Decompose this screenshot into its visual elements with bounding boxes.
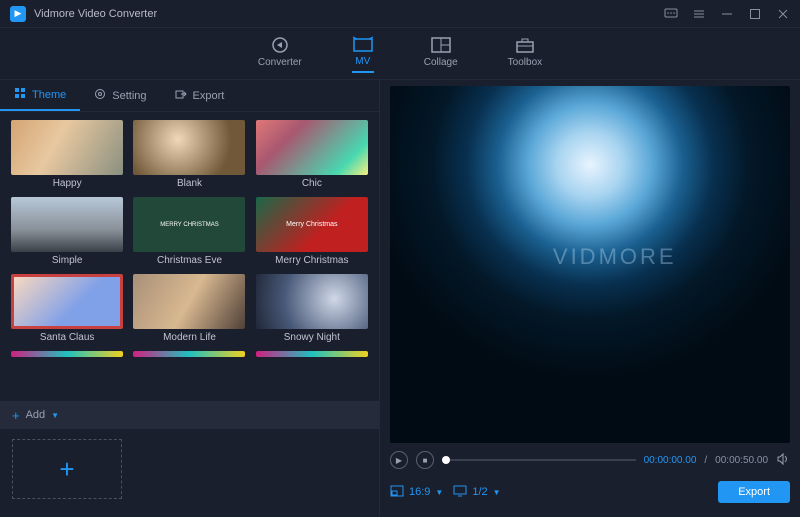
player-controls: ▶ ■ 00:00:00.00 / 00:00:50.00 (390, 447, 790, 473)
theme-label: Modern Life (163, 332, 216, 343)
theme-thumbnail (256, 120, 368, 175)
aspect-value: 16:9 (409, 486, 430, 498)
theme-snowy-night[interactable]: Snowy Night (255, 274, 369, 343)
collage-icon (430, 36, 452, 54)
time-sep: / (704, 455, 707, 466)
theme-grid: Happy Blank Chic Simple Christmas Eve Me… (10, 120, 369, 357)
theme-merry-christmas[interactable]: Merry Christmas (255, 197, 369, 266)
close-button[interactable] (776, 7, 790, 21)
theme-christmas-eve[interactable]: Christmas Eve (132, 197, 246, 266)
theme-more[interactable] (10, 351, 124, 357)
add-label: Add (26, 409, 46, 421)
tab-label: Toolbox (508, 57, 542, 68)
subtab-label: Setting (112, 90, 146, 102)
app-logo: ▶ (10, 6, 26, 22)
add-dropzone[interactable]: + (12, 439, 122, 499)
theme-label: Blank (177, 178, 202, 189)
converter-icon (269, 36, 291, 54)
aspect-icon (390, 485, 404, 500)
aspect-ratio-selector[interactable]: 16:9 ▼ (390, 485, 443, 500)
menu-icon[interactable] (692, 7, 706, 21)
theme-thumbnail (11, 197, 123, 252)
subtab-setting[interactable]: Setting (80, 80, 160, 111)
theme-thumbnail (256, 351, 368, 357)
preview-watermark: VIDMORE (553, 244, 677, 270)
tab-label: Collage (424, 57, 458, 68)
theme-chic[interactable]: Chic (255, 120, 369, 189)
theme-thumbnail (11, 351, 123, 357)
theme-happy[interactable]: Happy (10, 120, 124, 189)
fraction-value: 1/2 (472, 486, 487, 498)
progress-thumb[interactable] (442, 456, 450, 464)
theme-simple[interactable]: Simple (10, 197, 124, 266)
gear-icon (94, 88, 106, 103)
theme-label: Chic (302, 178, 322, 189)
theme-icon (14, 87, 26, 102)
play-button[interactable]: ▶ (390, 451, 408, 469)
tab-toolbox[interactable]: Toolbox (508, 36, 542, 72)
chevron-down-icon: ▼ (435, 488, 443, 497)
main-tabs: Converter MV Collage Toolbox (0, 28, 800, 80)
add-button[interactable]: + Add ▼ (12, 408, 59, 423)
tab-collage[interactable]: Collage (424, 36, 458, 72)
theme-thumbnail (256, 274, 368, 329)
theme-label: Christmas Eve (157, 255, 222, 266)
theme-thumbnail (133, 197, 245, 252)
time-total: 00:00:50.00 (715, 455, 768, 466)
theme-santa-claus[interactable]: Santa Claus (10, 274, 124, 343)
feedback-icon[interactable] (664, 7, 678, 21)
theme-more[interactable] (255, 351, 369, 357)
volume-icon[interactable] (776, 452, 790, 469)
bottom-bar: 16:9 ▼ 1/2 ▼ Export (390, 477, 790, 507)
app-title: Vidmore Video Converter (34, 8, 664, 20)
subtab-export[interactable]: Export (161, 80, 239, 111)
fraction-selector[interactable]: 1/2 ▼ (453, 485, 500, 500)
chevron-down-icon: ▼ (493, 488, 501, 497)
sub-tabs: Theme Setting Export (0, 80, 379, 112)
subtab-label: Theme (32, 89, 66, 101)
theme-thumbnail (11, 274, 123, 329)
tab-label: MV (355, 56, 370, 67)
chevron-down-icon: ▼ (51, 411, 59, 420)
theme-label: Santa Claus (40, 332, 94, 343)
plus-icon: + (59, 454, 74, 485)
theme-thumbnail (133, 120, 245, 175)
maximize-button[interactable] (748, 7, 762, 21)
export-button[interactable]: Export (718, 481, 790, 503)
mv-icon (352, 35, 374, 53)
toolbox-icon (514, 36, 536, 54)
window-controls (664, 7, 790, 21)
left-panel: Theme Setting Export Happy Blank Chic Si… (0, 80, 380, 517)
theme-more[interactable] (132, 351, 246, 357)
theme-thumbnail (256, 197, 368, 252)
theme-label: Merry Christmas (275, 255, 348, 266)
theme-thumbnail (11, 120, 123, 175)
theme-blank[interactable]: Blank (132, 120, 246, 189)
theme-thumbnail (133, 274, 245, 329)
theme-label: Snowy Night (284, 332, 340, 343)
subtab-theme[interactable]: Theme (0, 80, 80, 111)
right-panel: VIDMORE ▶ ■ 00:00:00.00 / 00:00:50.00 16:9… (380, 80, 800, 517)
screen-icon (453, 485, 467, 500)
minimize-button[interactable] (720, 7, 734, 21)
tab-mv[interactable]: MV (352, 35, 374, 73)
theme-label: Happy (53, 178, 82, 189)
plus-icon: + (12, 408, 20, 423)
theme-thumbnail (133, 351, 245, 357)
themes-scroll[interactable]: Happy Blank Chic Simple Christmas Eve Me… (0, 112, 379, 401)
subtab-label: Export (193, 90, 225, 102)
theme-modern-life[interactable]: Modern Life (132, 274, 246, 343)
time-current: 00:00:00.00 (644, 455, 697, 466)
content: Theme Setting Export Happy Blank Chic Si… (0, 80, 800, 517)
stop-button[interactable]: ■ (416, 451, 434, 469)
add-bar: + Add ▼ (0, 401, 379, 429)
add-area: + (0, 429, 379, 517)
progress-slider[interactable] (442, 459, 636, 461)
titlebar: ▶ Vidmore Video Converter (0, 0, 800, 28)
export-icon (175, 88, 187, 103)
preview-area[interactable]: VIDMORE (390, 86, 790, 443)
tab-converter[interactable]: Converter (258, 36, 302, 72)
tab-label: Converter (258, 57, 302, 68)
theme-label: Simple (52, 255, 83, 266)
